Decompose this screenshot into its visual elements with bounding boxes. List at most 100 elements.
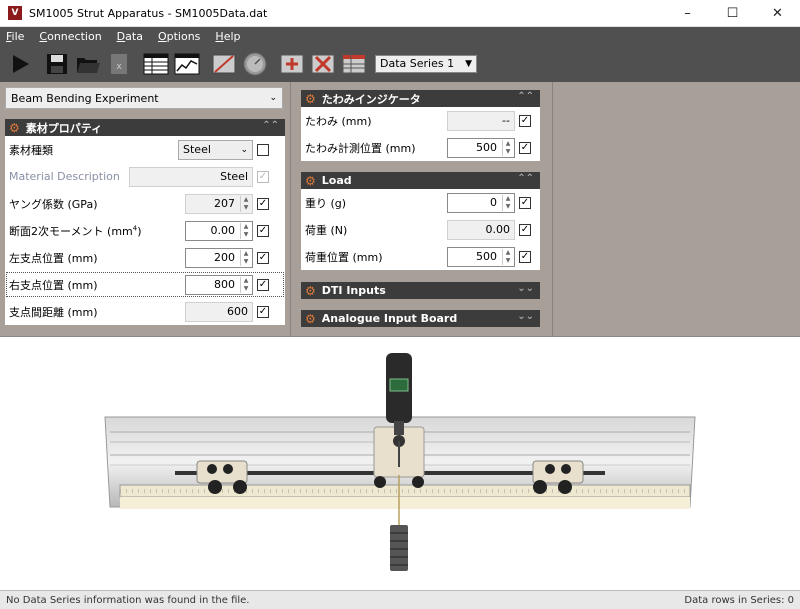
panel-divider [290,82,291,336]
material-type-checkbox[interactable] [257,143,269,156]
deflection-position-checkbox[interactable]: ✓ [519,141,531,154]
spin-buttons[interactable]: ▲ ▼ [502,248,513,265]
menu-help[interactable]: Help [215,30,240,43]
play-icon[interactable] [6,50,34,78]
left-support-row: 左支点位置 (mm) 200 ▲ ▼ ✓ [5,244,285,271]
menu-data[interactable]: Data [117,30,143,43]
support-span-row: 支点間距離 (mm) 600 ✓ [5,298,285,325]
gear-icon: ⚙ [305,283,316,298]
mass-field[interactable]: 0 ▲ ▼ [447,192,515,213]
youngs-modulus-field[interactable]: 207 ▲ ▼ [185,193,253,214]
load-position-field[interactable]: 500 ▲ ▼ [447,246,515,267]
add-row-icon[interactable] [278,50,306,78]
left-column: Beam Bending Experiment ⌄ ⚙ 素材プロパティ ⌃⌃ 素… [5,87,285,332]
gear-icon: ⚙ [305,311,316,326]
left-support-field[interactable]: 200 ▲ ▼ [185,247,253,268]
material-properties-header[interactable]: ⚙ 素材プロパティ ⌃⌃ [5,119,285,136]
window-title: SM1005 Strut Apparatus - SM1005Data.dat [29,6,268,20]
deflection-indicator-header[interactable]: ⚙ たわみインジケータ ⌃⌃ [301,90,540,107]
chevron-up-icon[interactable]: ⌃⌃ [517,173,534,184]
minimize-button[interactable]: – [665,0,710,27]
support-span-checkbox[interactable]: ✓ [257,305,269,318]
deflection-checkbox[interactable]: ✓ [519,114,531,127]
deflection-row: たわみ (mm) -- ✓ [301,107,540,134]
load-header[interactable]: ⚙ Load ⌃⌃ [301,172,540,189]
maximize-button[interactable]: ☐ [710,0,755,27]
chevron-down-icon[interactable]: ⌄⌄ [517,283,534,294]
title-bar: V SM1005 Strut Apparatus - SM1005Data.da… [0,0,800,27]
spin-buttons[interactable]: ▲ ▼ [240,276,251,293]
right-support-field[interactable]: 800 ▲ ▼ [185,274,253,295]
youngs-modulus-checkbox[interactable]: ✓ [257,197,269,210]
panel-divider [552,82,553,336]
chevron-down-icon[interactable]: ⌄⌄ [517,311,534,322]
apparatus-view [0,336,800,590]
toolbar: x Data Series 1 ▼ [0,45,800,82]
force-checkbox[interactable]: ✓ [519,223,531,236]
delete-row-icon[interactable] [309,50,337,78]
middle-column: ⚙ たわみインジケータ ⌃⌃ たわみ (mm) -- ✓ たわみ計測位置 (mm… [301,90,540,327]
gear-icon: ⚙ [305,91,316,106]
deflection-indicator-panel: ⚙ たわみインジケータ ⌃⌃ たわみ (mm) -- ✓ たわみ計測位置 (mm… [301,90,540,161]
material-properties-panel: ⚙ 素材プロパティ ⌃⌃ 素材種類 Steel ⌄ Material Descr… [5,119,285,325]
analogue-input-board-header[interactable]: ⚙ Analogue Input Board ⌄⌄ [301,310,540,327]
material-type-select[interactable]: Steel ⌄ [178,139,253,160]
save-icon[interactable] [43,50,71,78]
chevron-up-icon[interactable]: ⌃⌃ [262,120,279,131]
graph-view-icon[interactable] [173,50,201,78]
dti-inputs-header[interactable]: ⚙ DTI Inputs ⌄⌄ [301,282,540,299]
material-description-field: Steel [129,166,253,187]
series-table-icon[interactable] [340,50,368,78]
menu-bar: File Connection Data Options Help [0,27,800,45]
force-field: 0.00 [447,219,515,240]
second-moment-field[interactable]: 0.00 ▲ ▼ [185,220,253,241]
table-view-icon[interactable] [142,50,170,78]
chevron-down-icon: ▼ [465,58,472,69]
deflection-position-field[interactable]: 500 ▲ ▼ [447,137,515,158]
spin-buttons[interactable]: ▲ ▼ [240,222,251,239]
gear-icon: ⚙ [305,173,316,188]
load-panel: ⚙ Load ⌃⌃ 重り (g) 0 ▲ ▼ ✓ 荷重 (N) 0.00 ✓ 荷重… [301,172,540,270]
menu-file[interactable]: File [6,30,24,43]
youngs-modulus-row: ヤング係数 (GPa) 207 ▲ ▼ ✓ [5,190,285,217]
status-message: No Data Series information was found in … [6,594,250,606]
open-folder-icon[interactable] [74,50,102,78]
material-description-row: Material Description Steel ✓ [5,163,285,190]
spin-buttons[interactable]: ▲ ▼ [502,194,513,211]
chevron-down-icon: ⌄ [269,93,277,103]
experiment-select[interactable]: Beam Bending Experiment ⌄ [5,87,283,109]
window-controls: – ☐ ✕ [665,0,800,27]
load-position-row: 荷重位置 (mm) 500 ▲ ▼ ✓ [301,243,540,270]
spin-buttons[interactable]: ▲ ▼ [240,249,251,266]
second-moment-checkbox[interactable]: ✓ [257,224,269,237]
beam-apparatus-illustration [104,353,696,571]
load-position-checkbox[interactable]: ✓ [519,250,531,263]
gauge-icon[interactable] [241,50,269,78]
status-bar: No Data Series information was found in … [0,590,800,609]
export-excel-icon[interactable]: x [105,50,133,78]
mass-row: 重り (g) 0 ▲ ▼ ✓ [301,189,540,216]
support-span-field: 600 [185,301,253,322]
material-type-row: 素材種類 Steel ⌄ [5,136,285,163]
second-moment-row: 断面2次モーメント (mm4) 0.00 ▲ ▼ ✓ [5,217,285,244]
menu-options[interactable]: Options [158,30,200,43]
zero-calibrate-icon[interactable] [210,50,238,78]
deflection-field: -- [447,110,515,131]
force-row: 荷重 (N) 0.00 ✓ [301,216,540,243]
close-button[interactable]: ✕ [755,0,800,27]
right-support-row: 右支点位置 (mm) 800 ▲ ▼ ✓ [5,271,285,298]
right-support-checkbox[interactable]: ✓ [257,278,269,291]
data-series-select[interactable]: Data Series 1 ▼ [375,54,477,73]
svg-text:x: x [116,62,122,72]
mass-checkbox[interactable]: ✓ [519,196,531,209]
panel-area: Beam Bending Experiment ⌄ ⚙ 素材プロパティ ⌃⌃ 素… [0,82,800,336]
deflection-position-row: たわみ計測位置 (mm) 500 ▲ ▼ ✓ [301,134,540,161]
menu-connection[interactable]: Connection [39,30,101,43]
chevron-down-icon: ⌄ [240,144,248,155]
chevron-up-icon[interactable]: ⌃⌃ [517,91,534,102]
material-description-checkbox: ✓ [257,170,269,183]
data-rows-count: Data rows in Series: 0 [684,594,794,606]
left-support-checkbox[interactable]: ✓ [257,251,269,264]
spin-buttons[interactable]: ▲ ▼ [502,139,513,156]
spin-buttons[interactable]: ▲ ▼ [240,195,251,212]
